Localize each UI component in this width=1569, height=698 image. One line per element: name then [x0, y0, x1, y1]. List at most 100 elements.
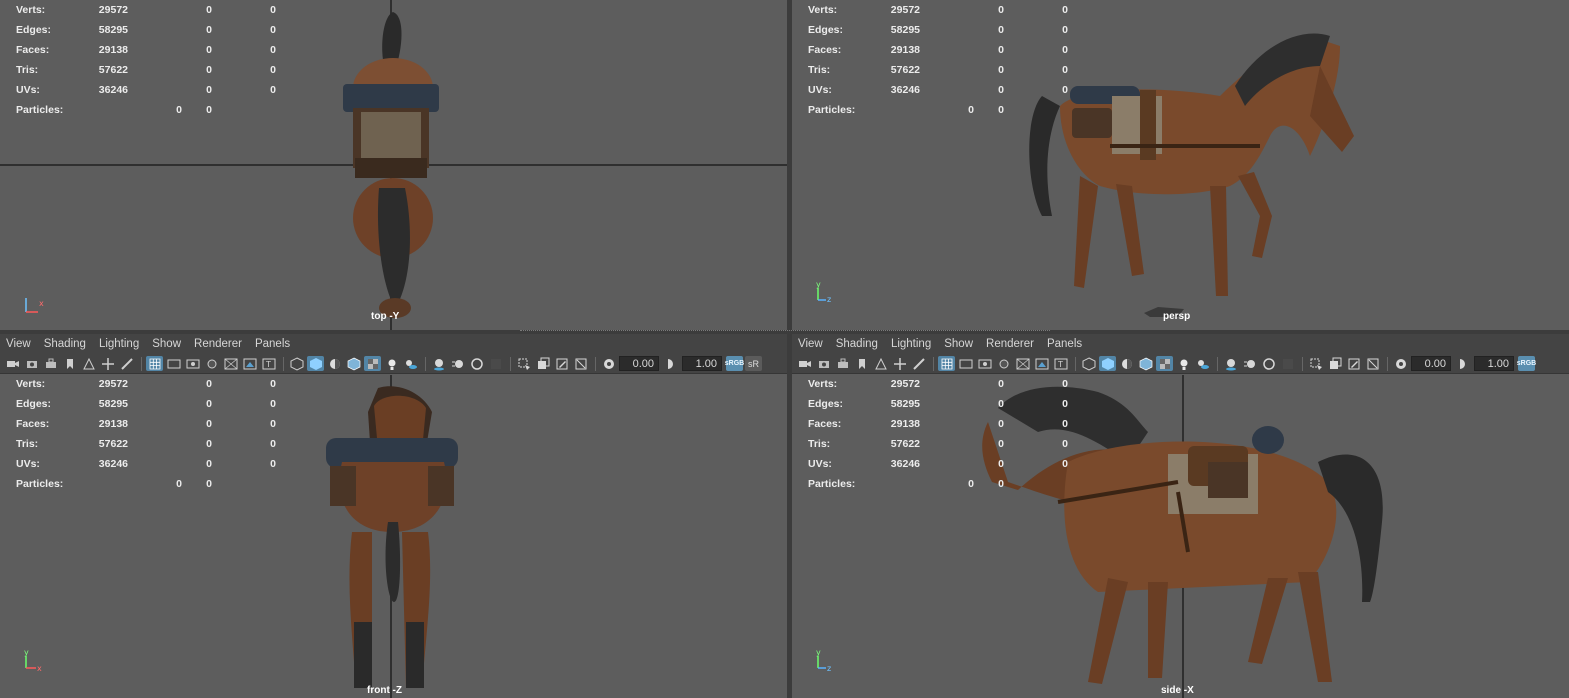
bookmark-icon[interactable]	[61, 356, 78, 371]
horse-model-persp[interactable]	[1020, 26, 1360, 316]
hud-value: 0	[270, 24, 276, 36]
toolbar-separator	[283, 356, 284, 371]
anti-aliasing-icon[interactable]	[468, 356, 485, 371]
isolate-select-icon[interactable]	[1307, 356, 1324, 371]
horse-model-front[interactable]	[322, 382, 462, 694]
safe-title-icon[interactable]: T	[260, 356, 277, 371]
menu-renderer[interactable]: Renderer	[194, 338, 242, 350]
camera-attributes-icon[interactable]	[815, 356, 832, 371]
gamma-field[interactable]: 1.00	[1474, 356, 1514, 371]
safe-action-icon[interactable]	[241, 356, 258, 371]
camera-lock-icon[interactable]	[42, 356, 59, 371]
textured-icon[interactable]	[364, 356, 381, 371]
svg-text:T: T	[1057, 360, 1063, 369]
field-chart-icon[interactable]	[222, 356, 239, 371]
menu-view[interactable]: View	[6, 338, 31, 350]
view-transform-button[interactable]: sR	[745, 356, 762, 371]
menu-renderer[interactable]: Renderer	[986, 338, 1034, 350]
resolution-gate-icon[interactable]	[976, 356, 993, 371]
viewport-side[interactable]: View Shading Lighting Show Renderer Pane…	[792, 334, 1569, 698]
xray-active-components-icon[interactable]	[572, 356, 589, 371]
motion-blur-icon[interactable]	[449, 356, 466, 371]
panel-menu-bar: View Shading Lighting Show Renderer Pane…	[792, 334, 1569, 354]
wireframe-on-shaded-icon[interactable]	[345, 356, 362, 371]
camera-attributes-icon[interactable]	[23, 356, 40, 371]
motion-blur-icon[interactable]	[1241, 356, 1258, 371]
smooth-shade-icon[interactable]	[307, 356, 324, 371]
safe-title-icon[interactable]: T	[1052, 356, 1069, 371]
color-management-badge[interactable]: sRGB	[1517, 356, 1536, 371]
image-plane-icon[interactable]	[80, 356, 97, 371]
hud-value: 0	[270, 378, 276, 390]
xray-active-components-icon[interactable]	[1364, 356, 1381, 371]
xray-icon[interactable]	[534, 356, 551, 371]
depth-of-field-icon[interactable]	[1279, 356, 1296, 371]
shadows-icon[interactable]	[402, 356, 419, 371]
menu-view[interactable]: View	[798, 338, 823, 350]
exposure-field[interactable]: 0.00	[619, 356, 659, 371]
exposure-field[interactable]: 0.00	[1411, 356, 1451, 371]
grease-pencil-icon[interactable]	[118, 356, 135, 371]
toolbar-separator	[425, 356, 426, 371]
menu-panels[interactable]: Panels	[255, 338, 290, 350]
two-d-pan-icon[interactable]	[99, 356, 116, 371]
film-gate-icon[interactable]	[165, 356, 182, 371]
default-lighting-icon[interactable]	[1118, 356, 1135, 371]
menu-shading[interactable]: Shading	[836, 338, 878, 350]
gamma-icon[interactable]	[663, 356, 680, 371]
menu-shading[interactable]: Shading	[44, 338, 86, 350]
gamma-icon[interactable]	[1455, 356, 1472, 371]
exposure-icon[interactable]	[1392, 356, 1409, 371]
use-all-lights-icon[interactable]	[1175, 356, 1192, 371]
screen-space-ao-icon[interactable]	[430, 356, 447, 371]
menu-lighting[interactable]: Lighting	[891, 338, 931, 350]
menu-lighting[interactable]: Lighting	[99, 338, 139, 350]
safe-action-icon[interactable]	[1033, 356, 1050, 371]
menu-panels[interactable]: Panels	[1047, 338, 1082, 350]
wireframe-icon[interactable]	[288, 356, 305, 371]
xray-joints-icon[interactable]	[1345, 356, 1362, 371]
viewport-top[interactable]: Verts: 29572 0 0 Edges: 58295 0 0 Faces: 29138 0…	[0, 0, 787, 330]
select-camera-icon[interactable]	[796, 356, 813, 371]
color-management-badge[interactable]: sRGB	[725, 356, 744, 371]
menu-show[interactable]: Show	[152, 338, 181, 350]
xray-icon[interactable]	[1326, 356, 1343, 371]
wireframe-icon[interactable]	[1080, 356, 1097, 371]
grid-toggle-icon[interactable]	[146, 356, 163, 371]
camera-lock-icon[interactable]	[834, 356, 851, 371]
xray-joints-icon[interactable]	[553, 356, 570, 371]
depth-of-field-icon[interactable]	[487, 356, 504, 371]
hud-value: 0	[270, 4, 276, 16]
gate-mask-icon[interactable]	[995, 356, 1012, 371]
viewport-persp[interactable]: Verts: 29572 0 0 Edges: 58295 0 0 Faces: 29138 0…	[792, 0, 1569, 330]
resolution-gate-icon[interactable]	[184, 356, 201, 371]
menu-show[interactable]: Show	[944, 338, 973, 350]
isolate-select-icon[interactable]	[515, 356, 532, 371]
two-d-pan-icon[interactable]	[891, 356, 908, 371]
image-plane-icon[interactable]	[872, 356, 889, 371]
textured-icon[interactable]	[1156, 356, 1173, 371]
screen-space-ao-icon[interactable]	[1222, 356, 1239, 371]
hud-value: 0	[1062, 44, 1068, 56]
grid-toggle-icon[interactable]	[938, 356, 955, 371]
shadows-icon[interactable]	[1194, 356, 1211, 371]
horse-model-top[interactable]	[335, 8, 445, 328]
grease-pencil-icon[interactable]	[910, 356, 927, 371]
viewport-front[interactable]: View Shading Lighting Show Renderer Pane…	[0, 334, 787, 698]
svg-text:z: z	[827, 664, 831, 673]
toolbar-separator	[141, 356, 142, 371]
bookmark-icon[interactable]	[853, 356, 870, 371]
film-gate-icon[interactable]	[957, 356, 974, 371]
field-chart-icon[interactable]	[1014, 356, 1031, 371]
anti-aliasing-icon[interactable]	[1260, 356, 1277, 371]
gamma-field[interactable]: 1.00	[682, 356, 722, 371]
exposure-icon[interactable]	[600, 356, 617, 371]
use-all-lights-icon[interactable]	[383, 356, 400, 371]
default-lighting-icon[interactable]	[326, 356, 343, 371]
smooth-shade-icon[interactable]	[1099, 356, 1116, 371]
hud-value: 0	[1062, 438, 1068, 450]
wireframe-on-shaded-icon[interactable]	[1137, 356, 1154, 371]
toolbar-separator	[933, 356, 934, 371]
gate-mask-icon[interactable]	[203, 356, 220, 371]
select-camera-icon[interactable]	[4, 356, 21, 371]
